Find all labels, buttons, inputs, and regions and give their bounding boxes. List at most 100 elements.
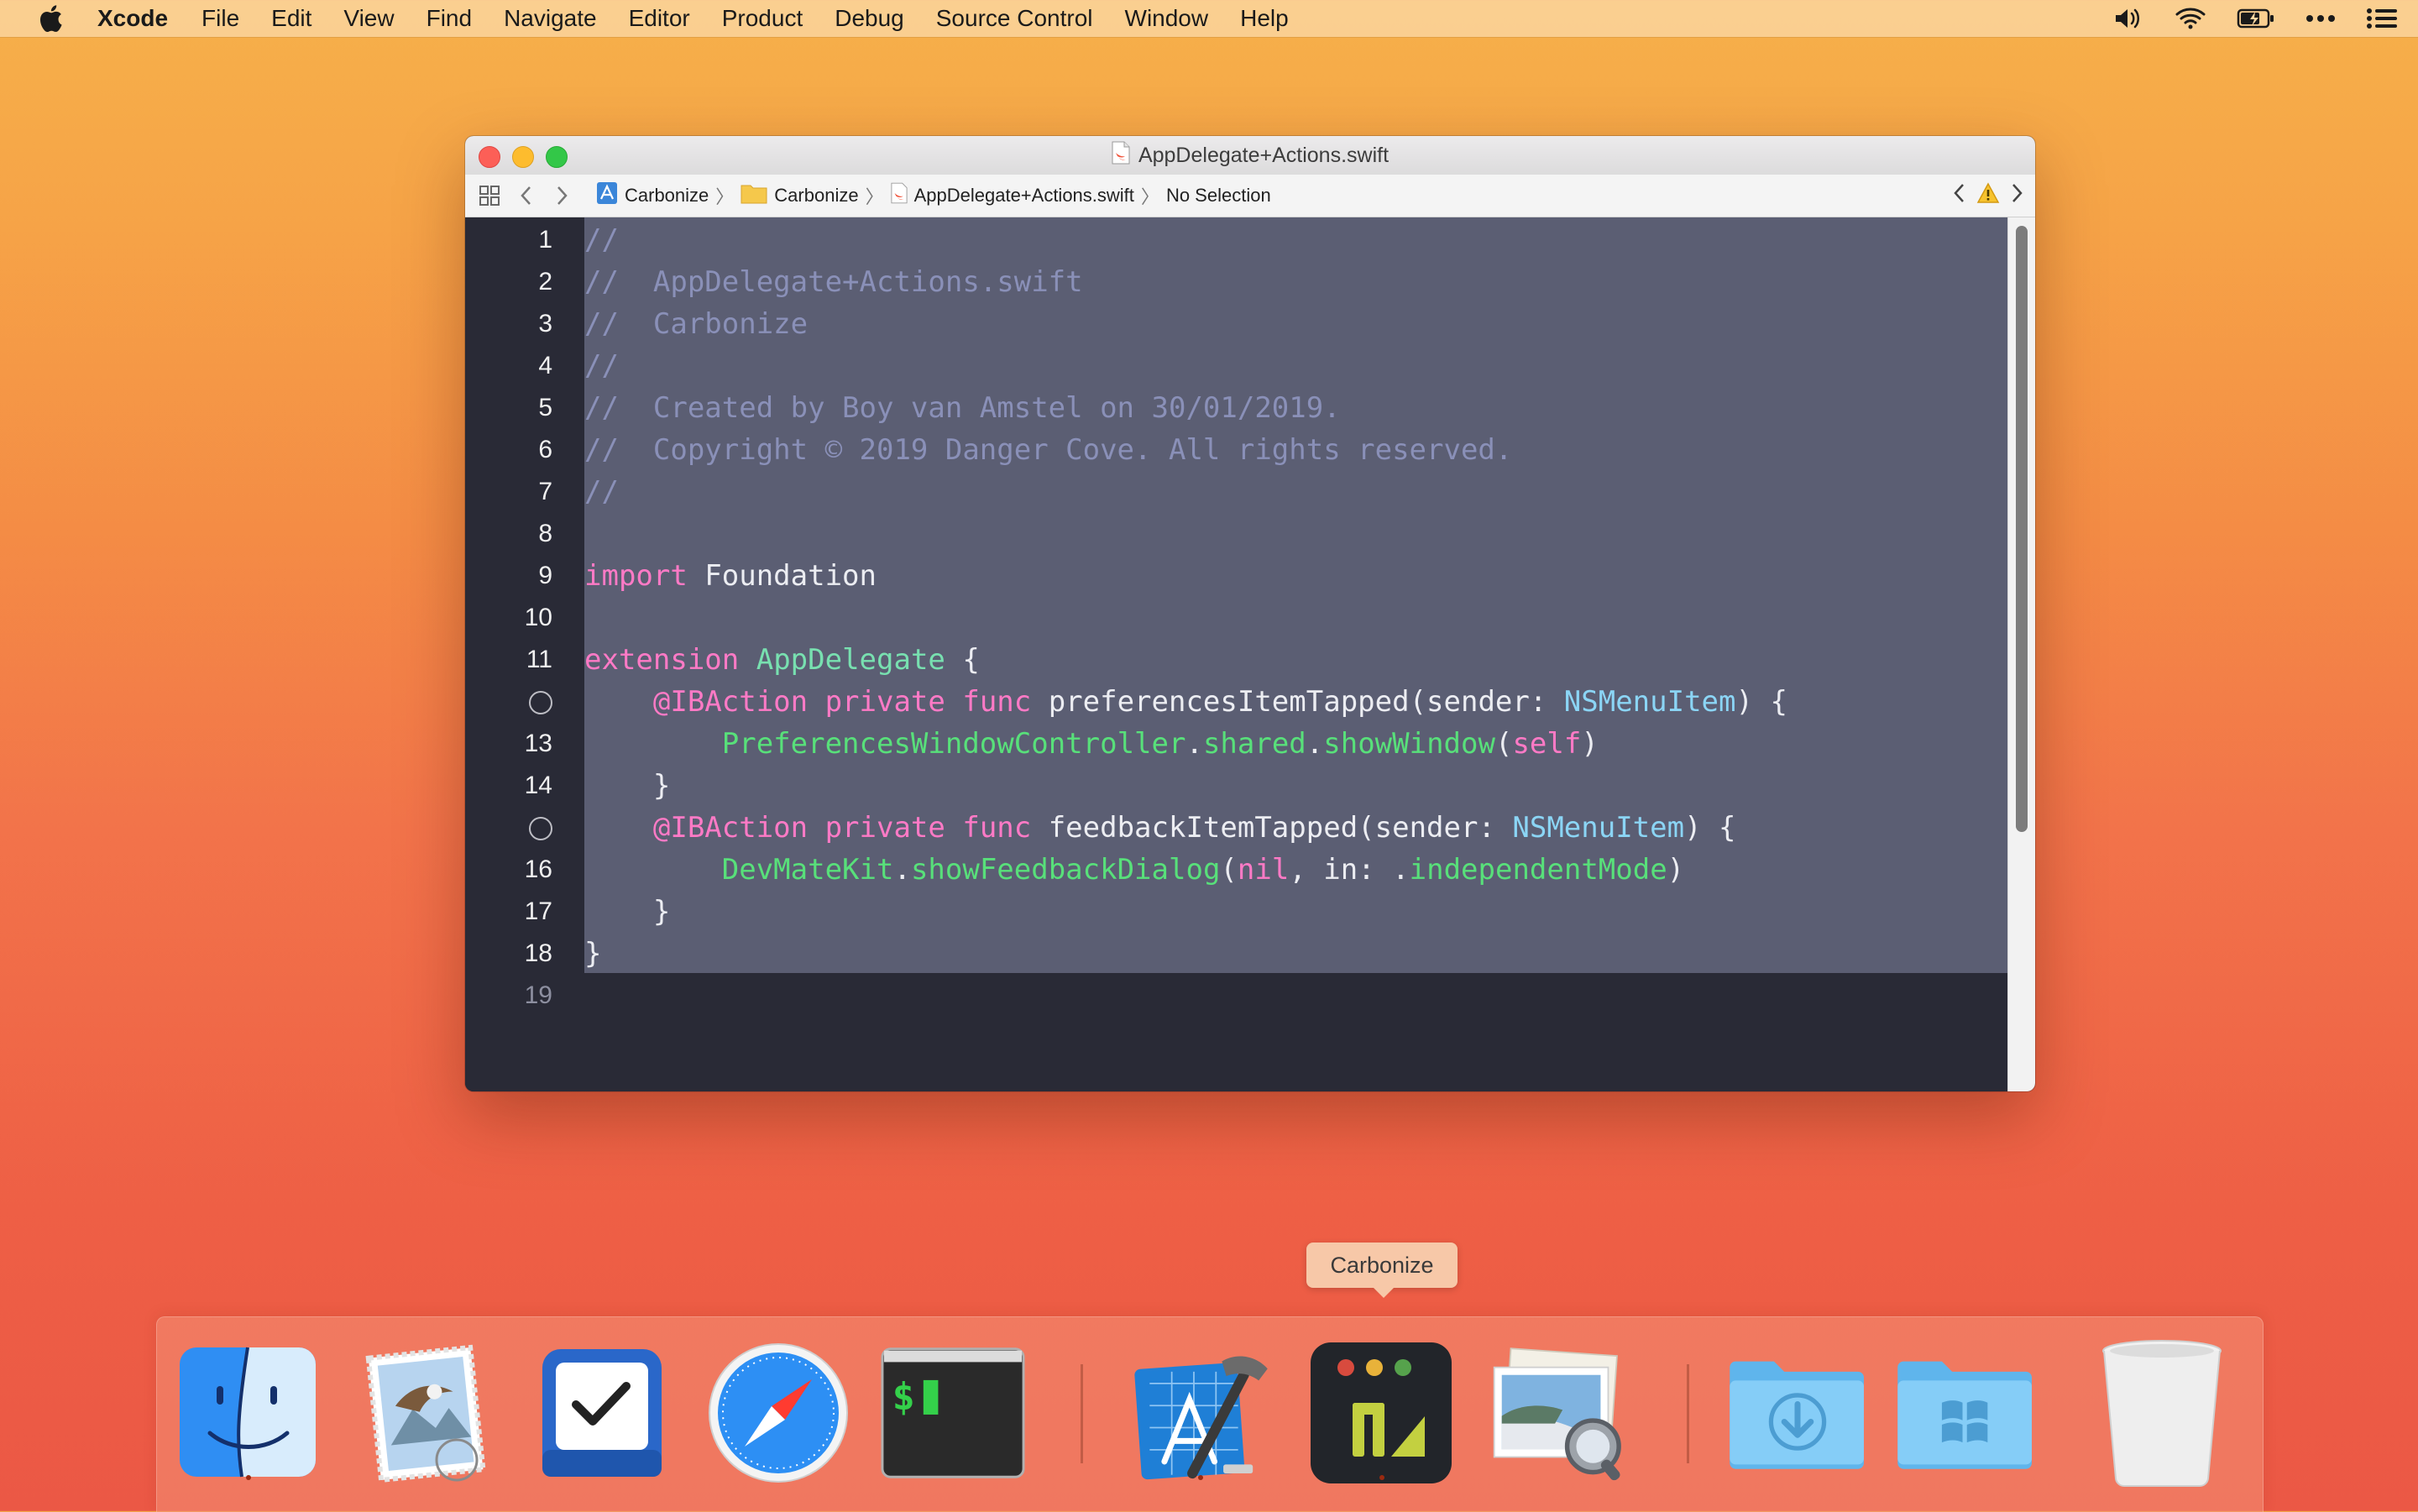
code-line[interactable]: // Carbonize (584, 303, 808, 345)
breadcrumb-project-label: Carbonize (625, 185, 709, 206)
dock-item-things[interactable] (530, 1341, 674, 1485)
line-number: 13 (524, 730, 552, 757)
code-token: ) (1581, 727, 1599, 761)
menu-navigate[interactable]: Navigate (504, 5, 597, 32)
ibaction-connection-icon[interactable] (529, 817, 552, 840)
line-number-gutter[interactable]: 1 2 3 4 5 6 7 8 9 10 11 13 14 16 17 18 19 (465, 217, 569, 1091)
more-icon[interactable] (2305, 14, 2336, 23)
dock-item-terminal[interactable]: $ (881, 1341, 1025, 1485)
menu-view[interactable]: View (343, 5, 394, 32)
menu-editor[interactable]: Editor (629, 5, 690, 32)
code-line[interactable]: @IBAction private func preferencesItemTa… (584, 681, 1787, 723)
title-bar[interactable]: AppDelegate+Actions.swift (465, 136, 2035, 175)
code-token: shared (1202, 727, 1306, 761)
running-indicator (246, 1475, 251, 1480)
volume-icon[interactable] (2114, 7, 2144, 30)
code-line[interactable]: PreferencesWindowController.shared.showW… (584, 723, 1599, 765)
dock-divider (1687, 1364, 1689, 1463)
code-token: independentMode (1409, 853, 1667, 887)
code-token: // Copyright © 2019 Danger Cove. All rig… (584, 433, 1513, 467)
vertical-scrollbar[interactable] (2007, 217, 2035, 1091)
code-line[interactable]: DevMateKit.showFeedbackDialog(nil, in: .… (584, 849, 1684, 891)
code-token: @IBAction private func (652, 685, 1032, 719)
code-token: NSMenuItem (1563, 685, 1736, 719)
menu-edit[interactable]: Edit (271, 5, 311, 32)
breadcrumb-project[interactable]: Carbonize (596, 181, 709, 210)
menu-source-control[interactable]: Source Control (936, 5, 1093, 32)
code-token: extension (584, 643, 740, 677)
safari-compass-icon (709, 1343, 848, 1483)
code-token: ( (1494, 727, 1513, 761)
battery-icon[interactable] (2237, 8, 2275, 29)
line-number: 14 (524, 772, 552, 799)
code-token: ( (1220, 853, 1238, 887)
code-line[interactable]: // (584, 471, 619, 513)
code-token: showFeedbackDialog (910, 853, 1221, 887)
xcode-hammer-icon (1134, 1356, 1268, 1480)
code-token: } (584, 937, 602, 971)
code-token: @IBAction private func (652, 811, 1032, 845)
code-line[interactable]: extension AppDelegate { (584, 639, 980, 681)
dock-item-trash[interactable] (2090, 1340, 2234, 1488)
code-line[interactable]: } (584, 933, 601, 975)
previous-issue-icon[interactable] (1953, 183, 1965, 208)
apple-icon[interactable] (34, 0, 67, 37)
breadcrumb-symbol[interactable]: No Selection (1166, 185, 1271, 207)
menu-file[interactable]: File (202, 5, 239, 32)
next-issue-icon[interactable] (2012, 183, 2023, 208)
menu-help[interactable]: Help (1240, 5, 1289, 32)
breadcrumb-separator-icon: 〉 (715, 186, 735, 207)
dock-item-windows-folder[interactable] (1893, 1341, 2038, 1485)
code-line[interactable]: // Copyright © 2019 Danger Cove. All rig… (584, 429, 1512, 471)
menu-product[interactable]: Product (722, 5, 803, 32)
list-icon[interactable] (2366, 7, 2398, 30)
wifi-icon[interactable] (2175, 7, 2206, 30)
breadcrumb-file[interactable]: AppDelegate+Actions.swift (891, 182, 1134, 209)
dock-item-downloads[interactable] (1725, 1341, 1870, 1485)
code-line[interactable]: import Foundation (584, 555, 877, 597)
menu-debug[interactable]: Debug (835, 5, 904, 32)
mail-stamp-icon (365, 1344, 486, 1483)
finder-icon (180, 1347, 316, 1478)
ibaction-connection-icon[interactable] (529, 691, 552, 714)
code-line[interactable]: // Created by Boy van Amstel on 30/01/20… (584, 387, 1341, 429)
scrollbar-thumb[interactable] (2016, 226, 2028, 832)
code-line[interactable]: // (584, 219, 619, 261)
forward-chevron-icon[interactable] (554, 186, 571, 206)
code-token: AppDelegate (756, 643, 945, 677)
warning-icon[interactable] (1976, 182, 2000, 209)
menu-app-name[interactable]: Xcode (97, 5, 168, 32)
windows-folder-icon (1897, 1361, 2032, 1469)
back-chevron-icon[interactable] (517, 186, 534, 206)
code-token: PreferencesWindowController (721, 727, 1186, 761)
menu-find[interactable]: Find (427, 5, 472, 32)
dock-item-xcode[interactable] (1128, 1341, 1272, 1485)
folder-icon (741, 182, 767, 209)
line-number: 18 (524, 939, 552, 967)
code-line[interactable]: } (584, 891, 670, 933)
dock-item-finder[interactable] (175, 1341, 320, 1485)
breadcrumb-group[interactable]: Carbonize (741, 182, 859, 209)
line-number: 10 (524, 604, 552, 631)
related-items-icon[interactable] (477, 185, 502, 207)
svg-text:$: $ (892, 1374, 915, 1419)
project-icon (596, 181, 618, 210)
code-line[interactable]: // AppDelegate+Actions.swift (584, 261, 1083, 303)
dock-item-safari[interactable] (706, 1341, 850, 1485)
code-line[interactable]: @IBAction private func feedbackItemTappe… (584, 807, 1736, 849)
code-token: nil (1237, 853, 1290, 887)
code-line[interactable]: // (584, 345, 619, 387)
line-number: 7 (538, 478, 552, 505)
code-token: // (584, 349, 619, 383)
dock-item-mail[interactable] (353, 1341, 498, 1485)
status-area (2114, 0, 2398, 37)
code-line[interactable]: } (584, 765, 670, 807)
line-number: 16 (524, 855, 552, 883)
menu-window[interactable]: Window (1125, 5, 1209, 32)
line-number: 17 (524, 897, 552, 925)
code-token: // AppDelegate+Actions.swift (584, 265, 1083, 299)
dock-item-preview[interactable] (1484, 1341, 1628, 1485)
source-editor[interactable]: 1 2 3 4 5 6 7 8 9 10 11 13 14 16 17 18 19 // // AppDelega… (465, 217, 2035, 1091)
dock-item-carbonize[interactable] (1309, 1341, 1453, 1485)
